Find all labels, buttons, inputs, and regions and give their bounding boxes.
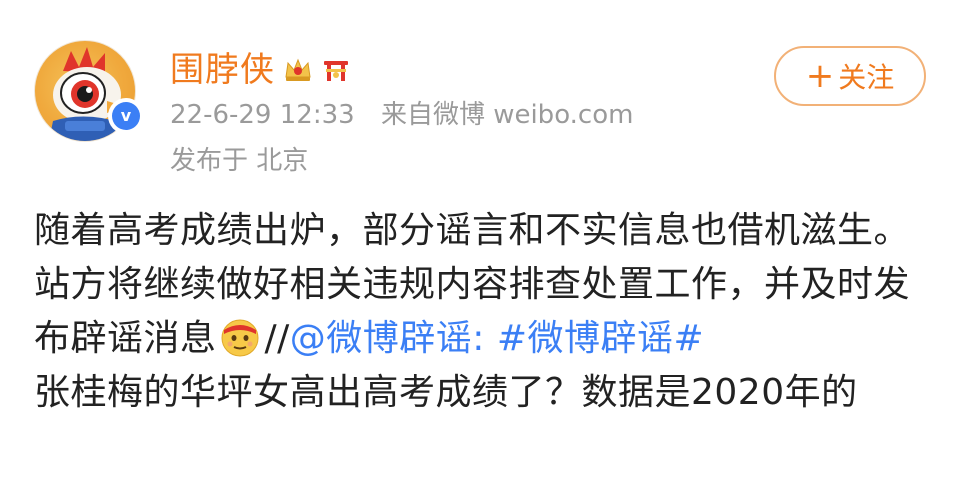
verified-badge: v — [108, 98, 144, 134]
post-location: 发布于 北京 — [170, 146, 309, 176]
post-meta: 22-6-29 12:33 来自微博 weibo.com — [170, 100, 633, 131]
lucky-gate-badge-icon[interactable] — [321, 57, 351, 83]
username-row: 围脖侠 — [170, 45, 351, 95]
mention-link[interactable]: @微博辟谣 — [290, 318, 473, 359]
verified-v-icon: v — [112, 102, 140, 130]
username[interactable]: 围脖侠 — [170, 53, 275, 87]
weibo-post: v 围脖侠 22-6-29 12:33 来自微博 weibo.com 发布于 北… — [0, 0, 960, 500]
plus-icon: + — [805, 56, 835, 96]
mention-colon: : — [472, 318, 497, 359]
post-source: 来自微博 weibo.com — [380, 100, 634, 130]
thinking-face-emoji-icon — [221, 319, 259, 357]
post-content: 随着高考成绩出炉，部分谣言和不实信息也借机滋生。站方将继续做好相关违规内容排查处… — [34, 204, 926, 420]
reposted-text: 张桂梅的华坪女高出高考成绩了？数据是2020年的 — [34, 372, 858, 413]
hashtag-link[interactable]: #微博辟谣# — [497, 318, 704, 359]
crown-badge-icon[interactable] — [283, 57, 313, 83]
repost-slashes: // — [264, 318, 290, 359]
avatar-container[interactable]: v — [34, 40, 144, 142]
follow-button[interactable]: + 关注 — [774, 46, 926, 106]
post-time: 22-6-29 12:33 — [170, 100, 355, 130]
follow-label: 关注 — [838, 61, 895, 94]
